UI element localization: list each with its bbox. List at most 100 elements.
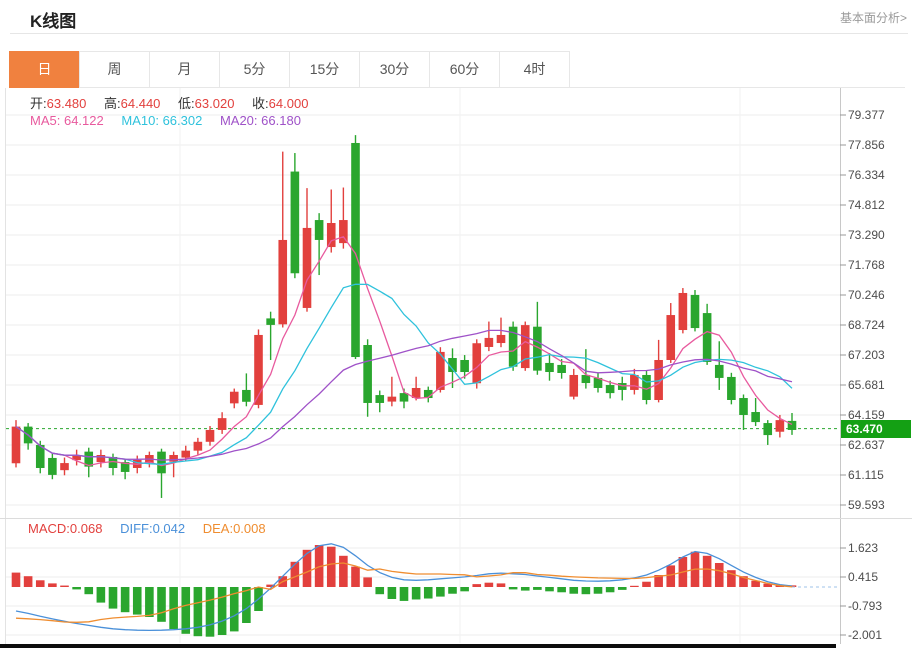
dea-label: DEA: (203, 521, 233, 536)
macd-bar (715, 563, 724, 587)
macd-value: 0.068 (70, 521, 103, 536)
candle-body (557, 365, 566, 373)
candle-body (606, 385, 615, 393)
candle-body (679, 293, 688, 330)
candle-body (218, 418, 227, 430)
price-axis-label: 76.334 (848, 168, 885, 182)
macd-bar (557, 587, 566, 592)
ma5-value: 64.122 (64, 113, 104, 128)
price-axis-label: 74.812 (848, 198, 885, 212)
macd-bar (157, 587, 166, 622)
low-label: 低: (178, 96, 195, 111)
macd-bar (109, 587, 118, 609)
diff-value: 0.042 (153, 521, 186, 536)
macd-bar (181, 587, 190, 634)
candle-body (60, 463, 69, 470)
ma20-label: MA20: (220, 113, 258, 128)
candle-body (472, 343, 481, 383)
open-value: 63.480 (47, 96, 87, 111)
ma5-label: MA5: (30, 113, 60, 128)
candle-body (703, 313, 712, 362)
macd-bar (48, 583, 57, 587)
candle-body (460, 360, 469, 372)
candle-body (291, 172, 300, 274)
macd-bar (351, 567, 360, 587)
macd-bar (133, 587, 142, 615)
open-label: 开: (30, 96, 47, 111)
macd-bar (24, 576, 33, 587)
candle-body (618, 383, 627, 390)
macd-label: MACD: (28, 521, 70, 536)
price-axis-label: 77.856 (848, 138, 885, 152)
price-axis-label: 61.115 (848, 468, 884, 482)
macd-bar (618, 587, 627, 590)
candle-body (48, 458, 57, 475)
macd-bar (436, 587, 445, 597)
candle-body (12, 427, 21, 464)
macd-bar (363, 577, 372, 587)
candle-body (242, 390, 251, 402)
macd-readout: MACD:0.068 DIFF:0.042 DEA:0.008 (28, 521, 266, 536)
candle-body (727, 377, 736, 400)
candle-body (691, 295, 700, 328)
macd-bar (121, 587, 130, 612)
macd-bar (327, 547, 336, 587)
macd-bar (400, 587, 409, 601)
diff-label: DIFF: (120, 521, 153, 536)
price-axis-label: 79.377 (848, 108, 885, 122)
high-label: 高: (104, 96, 121, 111)
macd-bar (72, 587, 81, 589)
ma20-value: 66.180 (261, 113, 301, 128)
macd-bar (533, 587, 542, 590)
ma-readout: MA5: 64.122 MA10: 66.302 MA20: 66.180 (30, 113, 301, 128)
macd-bar (388, 587, 397, 599)
close-value: 64.000 (269, 96, 309, 111)
macd-bar (60, 586, 69, 587)
candle-body (303, 228, 312, 308)
macd-axis-label: -2.001 (848, 628, 882, 642)
macd-axis-label: 0.415 (848, 570, 878, 584)
macd-bar (545, 587, 554, 591)
high-value: 64.440 (121, 96, 161, 111)
candle-body (157, 452, 166, 474)
price-axis-label: 73.290 (848, 228, 885, 242)
candle-body (339, 220, 348, 243)
macd-bar (218, 587, 227, 635)
dea-value: 0.008 (233, 521, 266, 536)
macd-bar (460, 587, 469, 591)
macd-bar (242, 587, 251, 623)
candle-body (569, 375, 578, 397)
price-axis-label: 68.724 (848, 318, 885, 332)
candle-body (194, 442, 203, 451)
macd-bar (606, 587, 615, 592)
candle-body (388, 397, 397, 402)
macd-bar (703, 556, 712, 587)
candle-body (266, 318, 275, 325)
candle-body (630, 375, 639, 390)
candle-body (715, 365, 724, 378)
macd-bar (412, 587, 421, 599)
price-axis-label: 70.246 (848, 288, 885, 302)
ma10-label: MA10: (121, 113, 159, 128)
macd-bar (497, 583, 506, 587)
bottom-scrollbar[interactable] (0, 644, 836, 648)
candle-body (375, 395, 384, 403)
macd-bar (36, 580, 45, 587)
candle-body (230, 392, 239, 404)
macd-bar (291, 562, 300, 587)
macd-bar (375, 587, 384, 594)
candle-body (327, 223, 336, 247)
ma10-line (16, 284, 792, 464)
macd-bar (472, 584, 481, 587)
macd-bar (642, 582, 651, 587)
candle-body (278, 240, 287, 324)
low-value: 63.020 (195, 96, 235, 111)
macd-bar (194, 587, 203, 636)
candle-body (315, 220, 324, 240)
macd-bar (145, 587, 154, 617)
candle-body (545, 363, 554, 372)
candle-body (763, 423, 772, 435)
ohlc-readout: 开:63.480 高:64.440 低:63.020 收:64.000 (30, 93, 308, 112)
macd-bar (630, 586, 639, 587)
price-axis-label: 64.159 (848, 408, 885, 422)
